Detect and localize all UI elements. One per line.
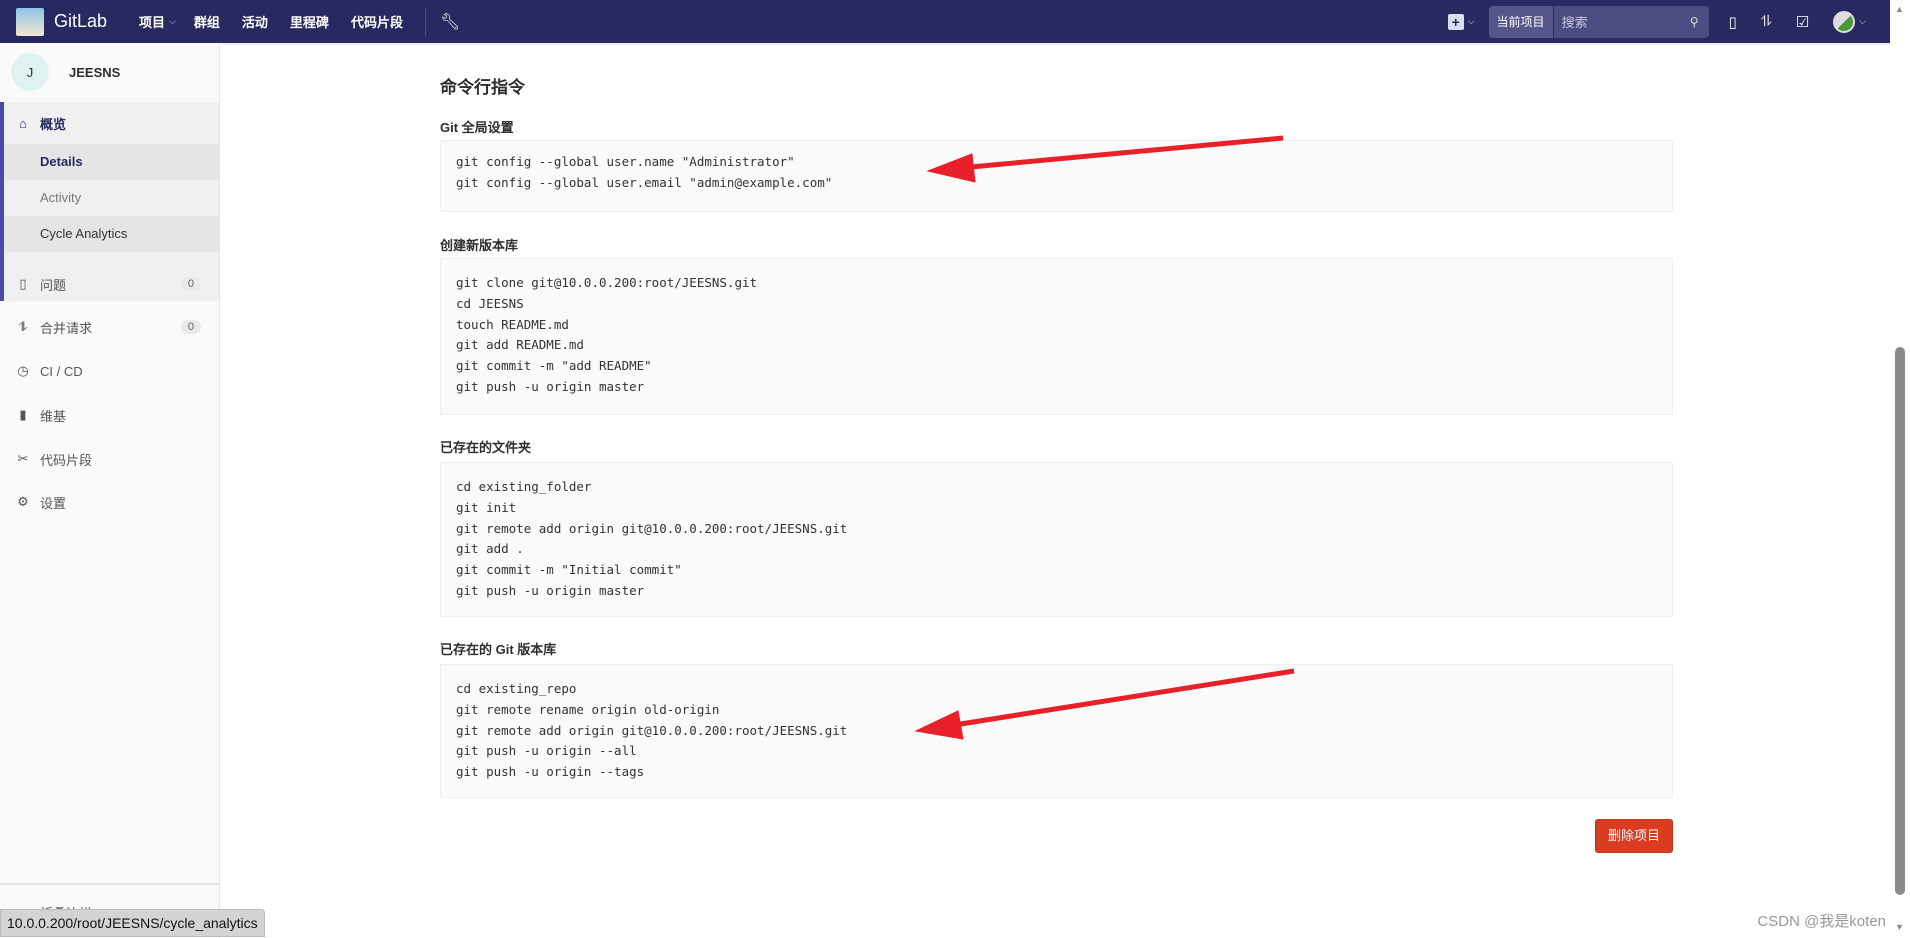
nav-activity[interactable]: 活动 — [242, 12, 268, 31]
nav-snippets[interactable]: 代码片段 — [351, 12, 403, 31]
scissors-icon: ✂ — [17, 451, 29, 466]
chevron-down-icon[interactable]: ⌵ — [1859, 16, 1866, 27]
sidebar-item-merge-requests[interactable]: ⥮ 合并请求 0 — [0, 314, 219, 340]
watermark: CSDN @我是koten — [1757, 913, 1886, 930]
section-label: 已存在的文件夹 — [440, 440, 532, 455]
page-title: 命令行指令 — [440, 78, 525, 97]
todo-icon[interactable]: ☑ — [1796, 13, 1809, 31]
sidebar-sub-cycle-analytics[interactable]: Cycle Analytics — [4, 216, 219, 252]
code-block[interactable]: cd existing_repo git remote rename origi… — [440, 664, 1673, 798]
project-header[interactable]: J JEESNS — [0, 43, 219, 101]
code-block[interactable]: cd existing_folder git init git remote a… — [440, 462, 1673, 617]
chevron-down-icon[interactable]: ⌵ — [169, 16, 176, 27]
nav-groups[interactable]: 群组 — [194, 12, 220, 31]
scroll-up-icon[interactable]: ▲ — [1895, 4, 1904, 14]
sidebar-item-label: 合并请求 — [40, 320, 93, 336]
search-icon[interactable]: ⚲ — [1690, 15, 1699, 29]
sidebar-item-label: CI / CD — [40, 363, 83, 379]
code-block[interactable]: git config --global user.name "Administr… — [440, 140, 1673, 212]
scrollbar[interactable]: ▲ ▼ — [1890, 0, 1910, 938]
project-name: JEESNS — [69, 64, 121, 80]
status-bar-url: 10.0.0.200/root/JEESNS/cycle_analytics — [0, 909, 265, 937]
sidebar-item-overview[interactable]: ⌂ 概览 — [0, 102, 219, 144]
book-icon: ▮ — [19, 407, 27, 422]
issues-icon: ▯ — [19, 276, 27, 291]
search-input[interactable]: 当前项目 搜索 ⚲ — [1488, 5, 1709, 38]
scroll-down-icon[interactable]: ▼ — [1895, 922, 1904, 932]
section-label: 已存在的 Git 版本库 — [440, 642, 557, 657]
pipeline-icon: ◷ — [17, 363, 29, 378]
scrollbar-thumb[interactable] — [1895, 347, 1905, 895]
sidebar-item-issues[interactable]: ▯ 问题 0 — [0, 271, 219, 297]
sidebar-sub-details[interactable]: Details — [4, 144, 219, 180]
brand-name[interactable]: GitLab — [54, 11, 107, 32]
count-badge: 0 — [180, 320, 201, 334]
nav-milestones[interactable]: 里程碑 — [290, 12, 329, 31]
top-navbar: GitLab 项目 ⌵ 群组 活动 里程碑 代码片段 🔧︎ + ⌵ 当前项目 搜索 … — [0, 0, 1890, 43]
code-block[interactable]: git clone git@10.0.0.200:root/JEESNS.git… — [440, 258, 1673, 415]
section-label: 创建新版本库 — [440, 238, 519, 253]
nav-projects[interactable]: 项目 — [139, 12, 165, 31]
sidebar-item-settings[interactable]: ⚙ 设置 — [0, 489, 219, 515]
wrench-icon[interactable]: 🔧︎ — [440, 12, 460, 32]
divider — [424, 7, 426, 36]
sidebar-item-label: 问题 — [40, 277, 67, 293]
gear-icon: ⚙ — [17, 494, 29, 509]
main-content: 命令行指令 Git 全局设置 git config --global user.… — [221, 43, 1890, 938]
home-icon: ⌂ — [19, 115, 27, 131]
merge-request-icon: ⥮ — [18, 319, 28, 334]
plus-icon[interactable]: + — [1447, 13, 1464, 30]
sidebar-item-wiki[interactable]: ▮ 维基 — [0, 402, 219, 428]
delete-project-button[interactable]: 删除项目 — [1595, 819, 1673, 853]
sidebar: J JEESNS ⌂ 概览 Details Activity Cycle Anal… — [0, 43, 220, 938]
search-scope[interactable]: 当前项目 — [1488, 5, 1554, 38]
count-badge: 0 — [180, 277, 201, 291]
search-placeholder[interactable]: 搜索 — [1554, 12, 1690, 31]
sidebar-sub-activity[interactable]: Activity — [4, 180, 219, 216]
sidebar-item-ci-cd[interactable]: ◷ CI / CD — [0, 358, 219, 384]
chevron-down-icon[interactable]: ⌵ — [1468, 16, 1475, 27]
divider — [0, 883, 219, 885]
sidebar-item-label: 设置 — [40, 495, 67, 511]
sidebar-item-label: 维基 — [40, 408, 67, 424]
merge-request-icon[interactable]: ⥮ — [1761, 13, 1772, 30]
project-avatar: J — [11, 53, 49, 91]
sidebar-item-label: 概览 — [40, 116, 67, 132]
section-label: Git 全局设置 — [440, 120, 514, 135]
sidebar-item-label: 代码片段 — [40, 452, 93, 468]
sidebar-item-snippets[interactable]: ✂ 代码片段 — [0, 446, 219, 472]
gitlab-logo[interactable] — [16, 7, 44, 36]
user-avatar[interactable] — [1833, 10, 1856, 33]
issues-icon[interactable]: ▯ — [1729, 13, 1737, 31]
